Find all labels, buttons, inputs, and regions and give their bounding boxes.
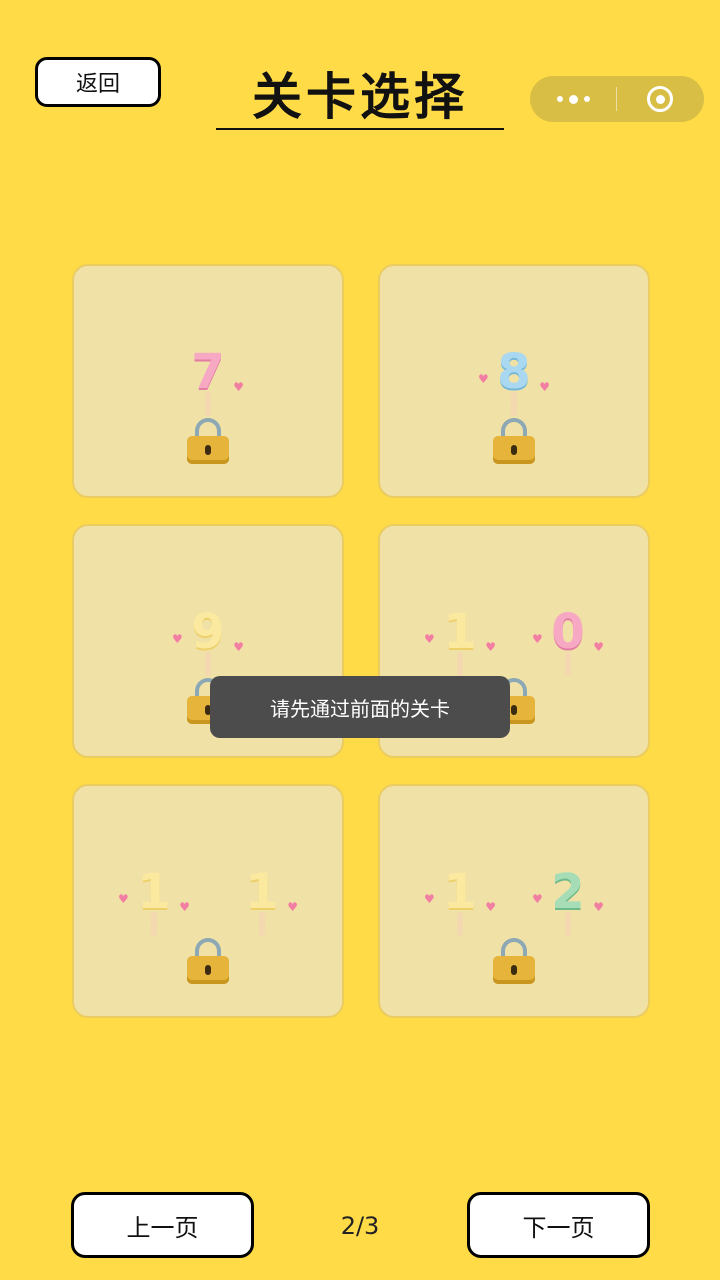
level-card-7[interactable]: 7 ♥	[72, 264, 344, 498]
lock-icon	[187, 938, 229, 984]
heart-icon: ♥	[593, 900, 604, 914]
heart-icon: ♥	[172, 632, 183, 646]
toast-message: 请先通过前面的关卡	[210, 676, 510, 738]
level-digit: 1 ♥ ♥	[424, 604, 496, 676]
capsule-close-icon[interactable]	[617, 76, 703, 122]
heart-icon: ♥	[287, 900, 298, 914]
heart-icon: ♥	[118, 892, 129, 906]
heart-icon: ♥	[424, 632, 435, 646]
lock-icon	[187, 418, 229, 464]
heart-icon: ♥	[424, 892, 435, 906]
heart-icon: ♥	[233, 640, 244, 654]
level-digit: 1 ♥ ♥	[118, 864, 190, 936]
level-digit: 9 ♥ ♥	[172, 604, 244, 676]
heart-icon: ♥	[532, 632, 543, 646]
lock-icon	[493, 938, 535, 984]
level-card-12[interactable]: 1 ♥ ♥ 2 ♥ ♥	[378, 784, 650, 1018]
prev-page-button[interactable]: 上一页	[71, 1192, 254, 1258]
more-dots-icon[interactable]	[530, 76, 616, 122]
heart-icon: ♥	[478, 372, 489, 386]
heart-icon: ♥	[485, 900, 496, 914]
heart-icon: ♥	[539, 380, 550, 394]
next-page-button[interactable]: 下一页	[467, 1192, 650, 1258]
heart-icon: ♥	[532, 892, 543, 906]
heart-icon: ♥	[485, 640, 496, 654]
level-digit: 7 ♥	[178, 344, 244, 416]
page-title: 关卡选择	[252, 68, 468, 126]
lock-icon	[493, 418, 535, 464]
level-card-11[interactable]: 1 ♥ ♥ 1 ♥	[72, 784, 344, 1018]
title-underline	[216, 128, 504, 130]
level-card-8[interactable]: 8 ♥ ♥	[378, 264, 650, 498]
back-button[interactable]: 返回	[35, 57, 161, 107]
heart-icon: ♥	[179, 900, 190, 914]
level-digit: 1 ♥ ♥	[424, 864, 496, 936]
level-digit: 2 ♥ ♥	[532, 864, 604, 936]
mini-program-capsule	[530, 76, 704, 122]
page-indicator: 2/3	[340, 1212, 380, 1240]
heart-icon: ♥	[593, 640, 604, 654]
level-digit: 0 ♥ ♥	[532, 604, 604, 676]
level-digit: 1 ♥	[232, 864, 298, 936]
heart-icon: ♥	[233, 380, 244, 394]
level-digit: 8 ♥ ♥	[478, 344, 550, 416]
